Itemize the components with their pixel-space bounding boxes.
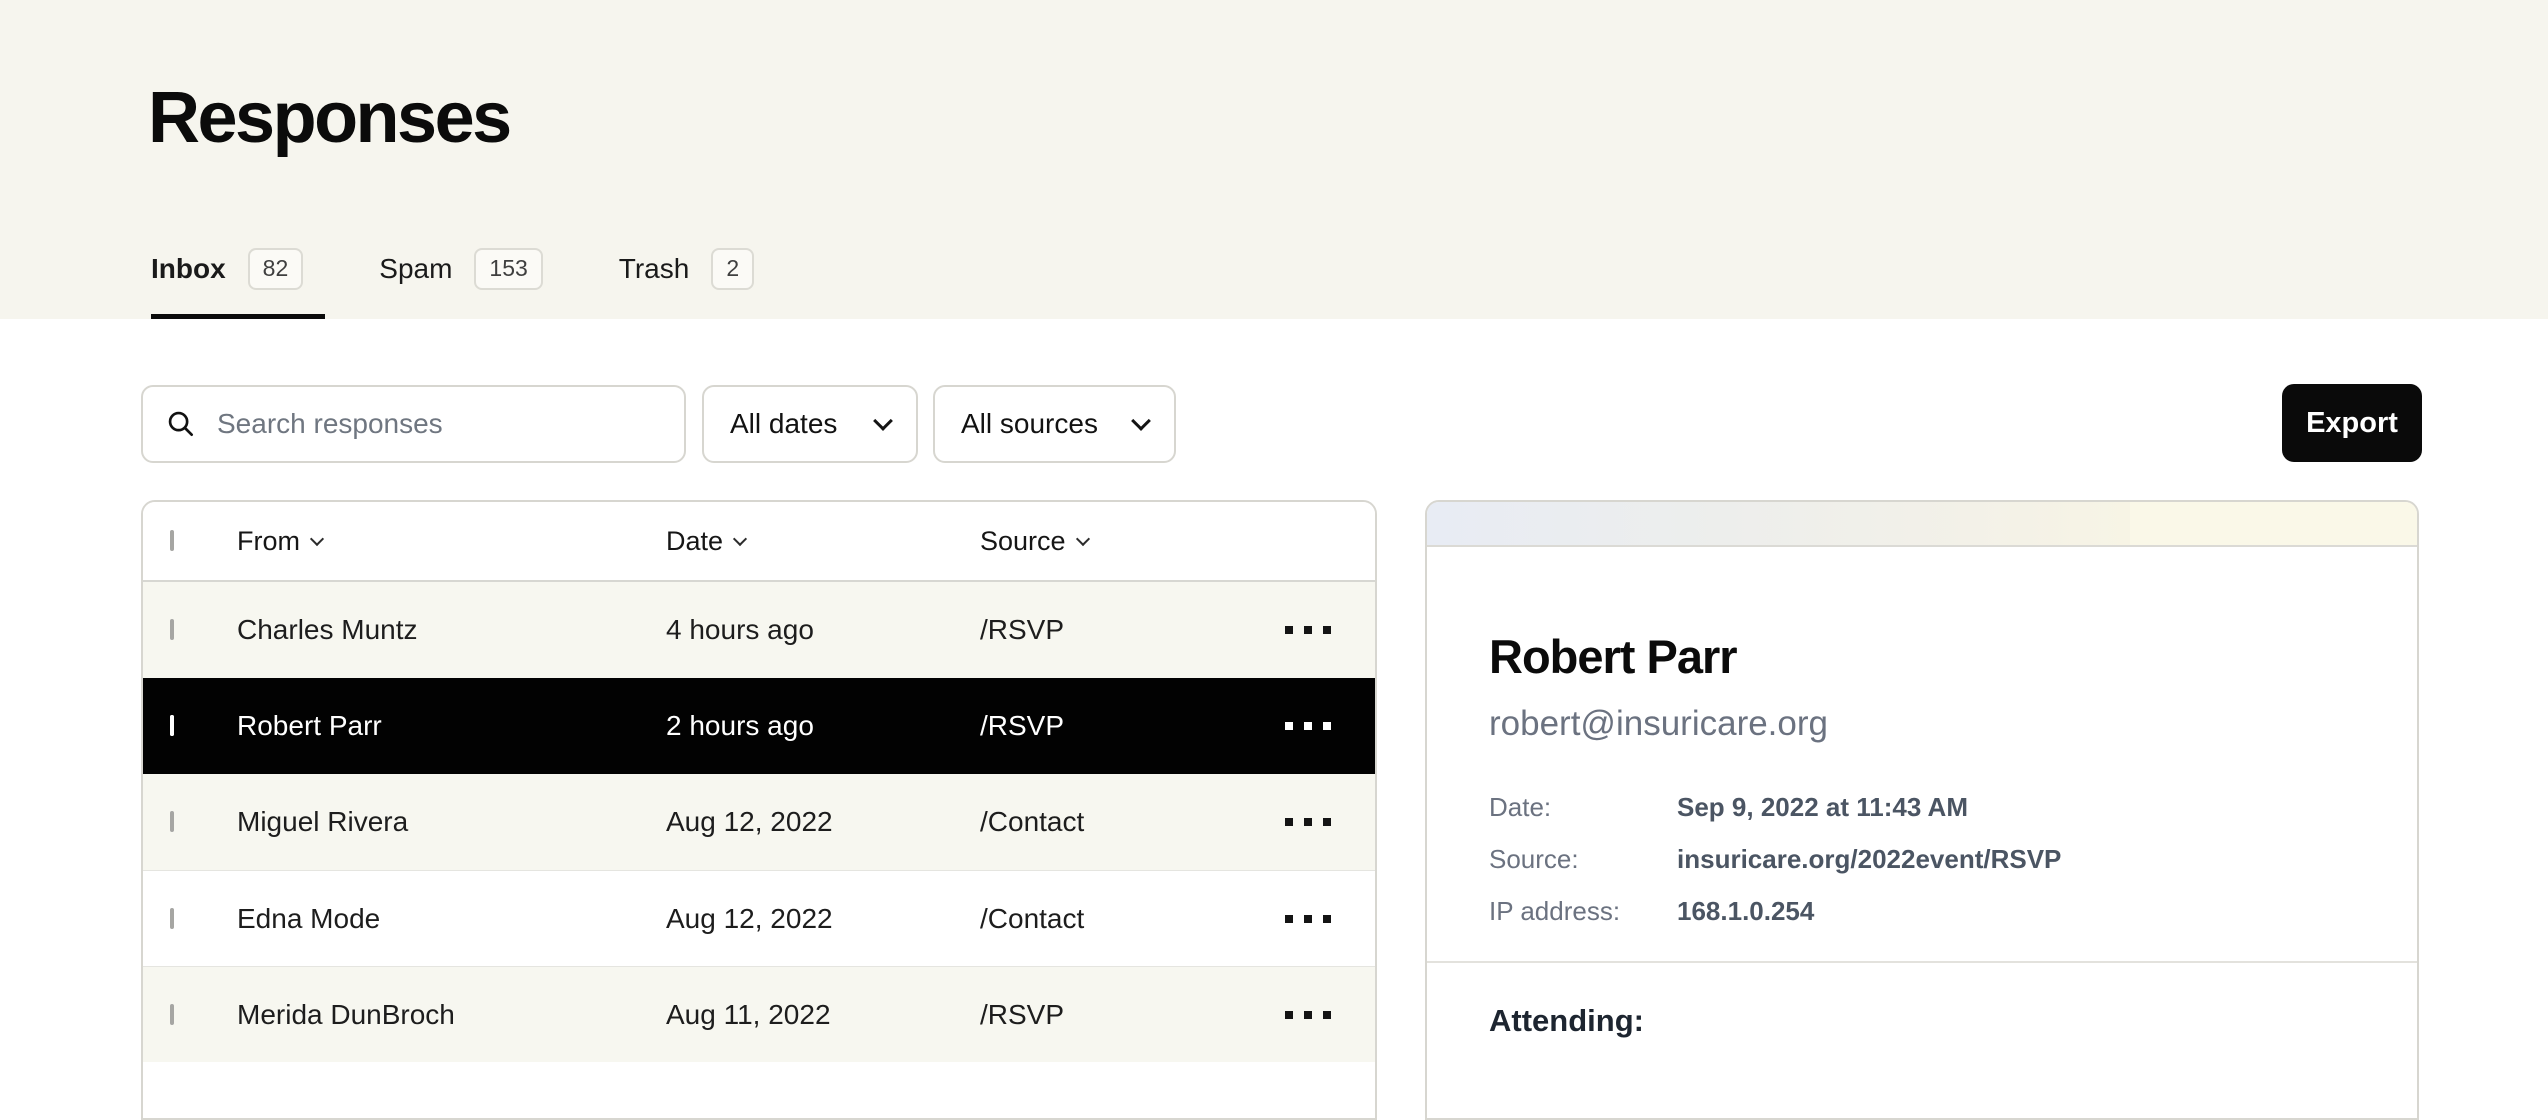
tab-inbox-count-badge: 82 bbox=[248, 248, 304, 290]
row-date: Aug 12, 2022 bbox=[666, 903, 980, 935]
page-header: Responses Inbox 82 Spam 153 Trash 2 bbox=[0, 0, 2548, 319]
chevron-down-icon bbox=[1131, 411, 1151, 431]
row-actions-button[interactable] bbox=[1285, 905, 1375, 933]
detail-email: robert@insuricare.org bbox=[1489, 704, 2355, 744]
row-source: /RSVP bbox=[980, 710, 1285, 742]
row-checkbox[interactable] bbox=[170, 715, 174, 736]
row-from: Charles Muntz bbox=[237, 614, 666, 646]
row-checkbox[interactable] bbox=[170, 908, 174, 929]
column-header-source-label: Source bbox=[980, 526, 1066, 557]
table-row[interactable]: Charles Muntz 4 hours ago /RSVP bbox=[143, 582, 1375, 678]
row-date: 2 hours ago bbox=[666, 710, 980, 742]
tab-inbox-label: Inbox bbox=[151, 253, 226, 285]
column-header-from[interactable]: From bbox=[237, 526, 666, 557]
column-header-date[interactable]: Date bbox=[666, 526, 980, 557]
table-header-row: From Date Source bbox=[143, 502, 1375, 582]
row-date: Aug 11, 2022 bbox=[666, 999, 980, 1031]
tab-trash-count-badge: 2 bbox=[711, 248, 754, 290]
response-detail-panel: Robert Parr robert@insuricare.org Date: … bbox=[1425, 500, 2419, 1120]
row-actions-button[interactable] bbox=[1285, 712, 1375, 740]
date-filter-value: All dates bbox=[730, 408, 837, 440]
table-row[interactable]: Edna Mode Aug 12, 2022 /Contact bbox=[143, 870, 1375, 966]
tab-trash-label: Trash bbox=[619, 253, 690, 285]
detail-header-band-accent bbox=[2130, 502, 2417, 545]
source-filter-dropdown[interactable]: All sources bbox=[933, 385, 1176, 463]
source-filter-value: All sources bbox=[961, 408, 1098, 440]
tab-spam-count-badge: 153 bbox=[474, 248, 542, 290]
date-filter-dropdown[interactable]: All dates bbox=[702, 385, 918, 463]
detail-meta: Date: Sep 9, 2022 at 11:43 AM Source: in… bbox=[1489, 792, 2355, 927]
meta-date-value: Sep 9, 2022 at 11:43 AM bbox=[1677, 792, 1968, 823]
table-row[interactable]: Miguel Rivera Aug 12, 2022 /Contact bbox=[143, 774, 1375, 870]
export-button[interactable]: Export bbox=[2282, 384, 2422, 462]
row-from: Merida DunBroch bbox=[237, 999, 666, 1031]
select-all-checkbox[interactable] bbox=[170, 530, 174, 551]
row-source: /Contact bbox=[980, 903, 1285, 935]
meta-ip-label: IP address: bbox=[1489, 896, 1677, 927]
search-input[interactable] bbox=[217, 408, 662, 440]
meta-ip-value: 168.1.0.254 bbox=[1677, 896, 1814, 927]
row-checkbox[interactable] bbox=[170, 1004, 174, 1025]
meta-source-label: Source: bbox=[1489, 844, 1677, 875]
tab-inbox[interactable]: Inbox 82 bbox=[151, 248, 325, 319]
page-title: Responses bbox=[148, 82, 510, 154]
tab-trash[interactable]: Trash 2 bbox=[619, 248, 776, 319]
row-source: /RSVP bbox=[980, 999, 1285, 1031]
row-actions-button[interactable] bbox=[1285, 1001, 1375, 1029]
tab-spam-label: Spam bbox=[379, 253, 452, 285]
chevron-down-icon bbox=[733, 531, 747, 545]
row-source: /Contact bbox=[980, 806, 1285, 838]
search-icon bbox=[165, 408, 197, 440]
responses-table: From Date Source Charles Muntz 4 hours a… bbox=[141, 500, 1377, 1120]
row-actions-button[interactable] bbox=[1285, 616, 1375, 644]
chevron-down-icon bbox=[873, 411, 893, 431]
table-row[interactable]: Merida DunBroch Aug 11, 2022 /RSVP bbox=[143, 966, 1375, 1062]
detail-divider bbox=[1427, 961, 2417, 963]
detail-header-band bbox=[1427, 502, 2417, 547]
chevron-down-icon bbox=[1075, 531, 1089, 545]
search-box bbox=[141, 385, 686, 463]
row-source: /RSVP bbox=[980, 614, 1285, 646]
detail-name: Robert Parr bbox=[1489, 629, 2355, 684]
row-from: Robert Parr bbox=[237, 710, 666, 742]
tab-spam[interactable]: Spam 153 bbox=[379, 248, 565, 319]
tab-bar: Inbox 82 Spam 153 Trash 2 bbox=[151, 248, 776, 319]
column-header-from-label: From bbox=[237, 526, 300, 557]
row-checkbox[interactable] bbox=[170, 619, 174, 640]
meta-source-value: insuricare.org/2022event/RSVP bbox=[1677, 844, 2061, 875]
row-date: Aug 12, 2022 bbox=[666, 806, 980, 838]
column-header-source[interactable]: Source bbox=[980, 526, 1285, 557]
row-actions-button[interactable] bbox=[1285, 808, 1375, 836]
chevron-down-icon bbox=[310, 531, 324, 545]
row-checkbox[interactable] bbox=[170, 811, 174, 832]
table-row-selected[interactable]: Robert Parr 2 hours ago /RSVP bbox=[143, 678, 1375, 774]
row-date: 4 hours ago bbox=[666, 614, 980, 646]
row-from: Miguel Rivera bbox=[237, 806, 666, 838]
attending-section-heading: Attending: bbox=[1489, 1003, 2355, 1039]
row-from: Edna Mode bbox=[237, 903, 666, 935]
column-header-date-label: Date bbox=[666, 526, 723, 557]
meta-date-label: Date: bbox=[1489, 792, 1677, 823]
